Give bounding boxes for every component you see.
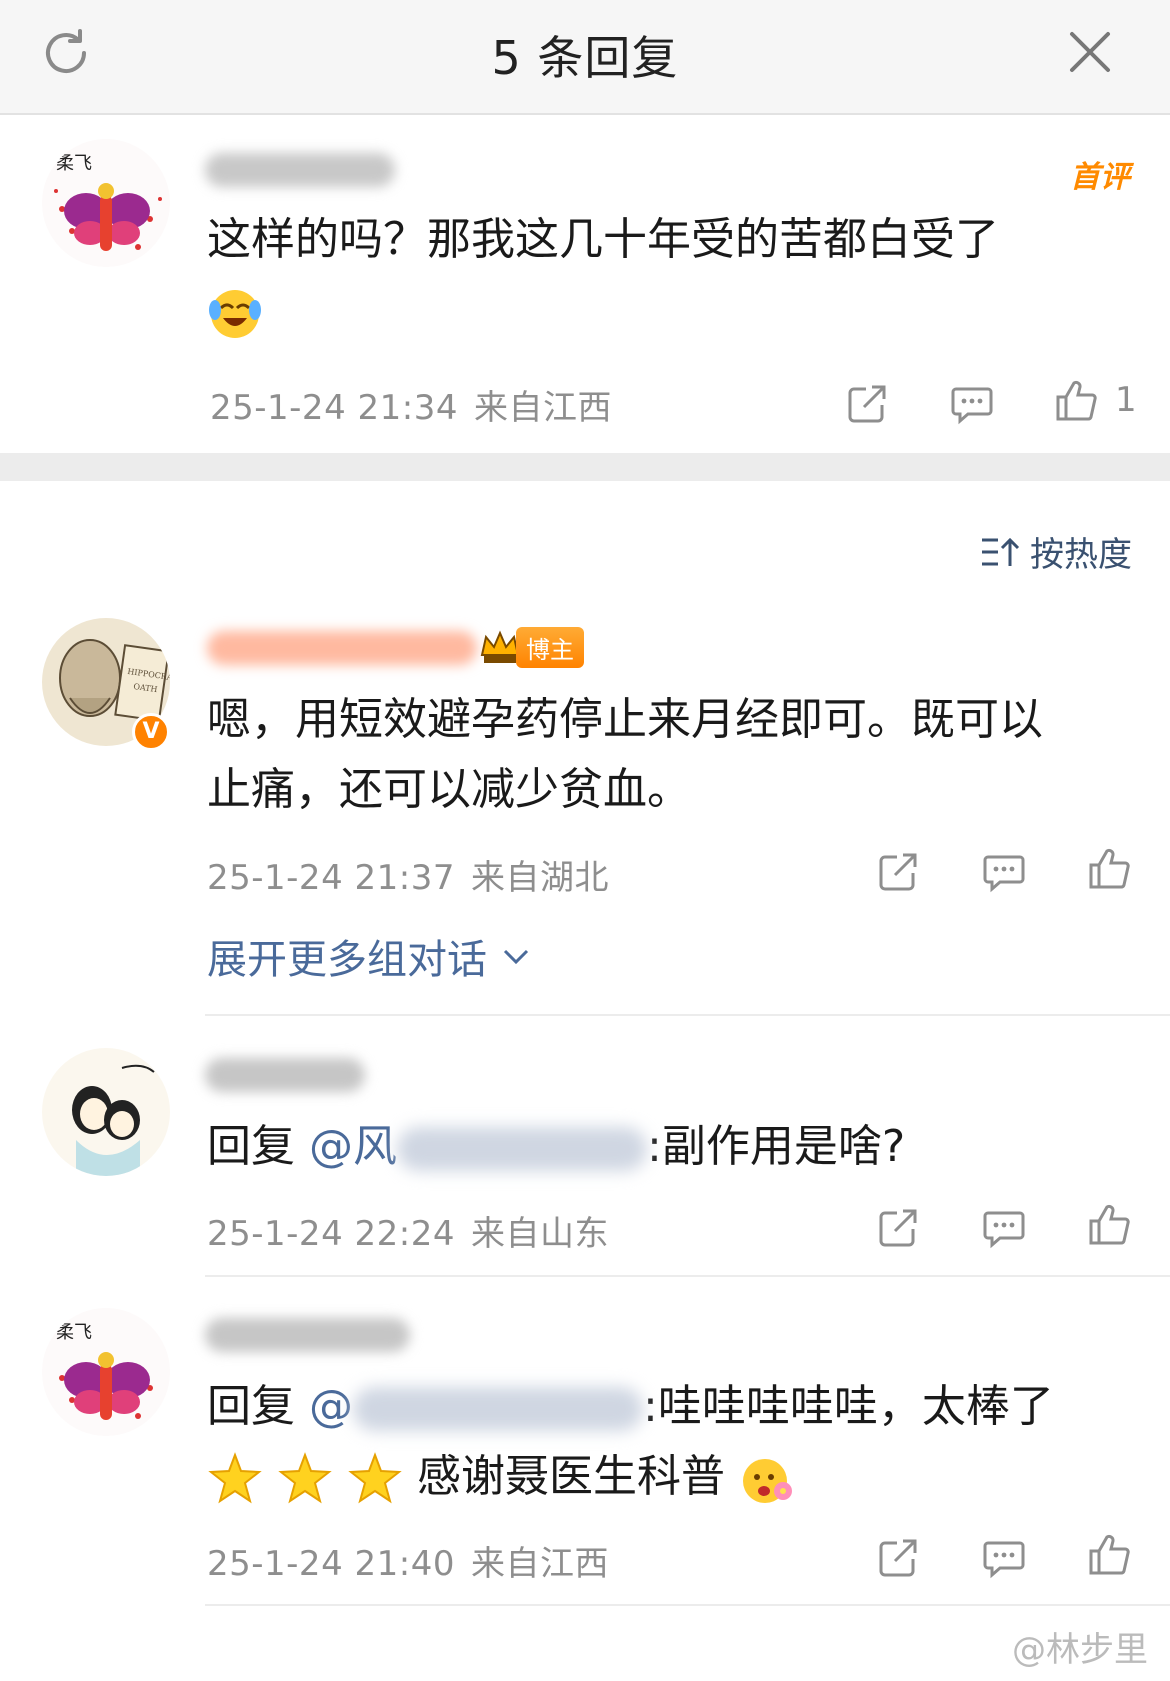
svg-text:柔飞: 柔飞 — [56, 1322, 92, 1343]
comment-meta: 25-1-24 21:34 来自江西 — [210, 380, 612, 429]
comment-icon[interactable] — [982, 1205, 1026, 1249]
avatar[interactable] — [42, 1048, 170, 1176]
divider — [205, 1604, 1170, 1606]
sort-icon — [982, 537, 1020, 566]
share-icon[interactable] — [846, 381, 890, 425]
expand-more-button[interactable]: 展开更多组对话 — [207, 927, 531, 985]
mention-link[interactable]: @ — [309, 1381, 353, 1432]
like-icon[interactable] — [1054, 379, 1098, 423]
comment-icon[interactable] — [950, 381, 994, 425]
laughing-crying-emoji-icon — [209, 290, 261, 338]
blogger-badge: 博主 — [478, 626, 584, 668]
avatar[interactable]: 柔飞 — [42, 139, 170, 267]
comment-time: 25-1-24 22:24 — [207, 1214, 455, 1254]
username-blurred[interactable] — [207, 631, 477, 665]
mention-link[interactable]: @风 — [309, 1121, 397, 1172]
flower-face-emoji-icon — [743, 1459, 792, 1503]
username-blurred[interactable] — [205, 1058, 365, 1092]
comment-meta: 25-1-24 21:40 来自江西 — [207, 1536, 609, 1585]
like-count: 1 — [1115, 380, 1137, 420]
comment-time: 25-1-24 21:37 — [207, 858, 455, 898]
comment-meta: 25-1-24 22:24 来自山东 — [207, 1206, 609, 1255]
comment-location: 来自湖北 — [471, 858, 609, 898]
header-bar: 5 条回复 — [0, 0, 1170, 115]
mention-blurred — [397, 1127, 647, 1171]
username-blurred[interactable] — [205, 153, 395, 187]
divider — [205, 1275, 1170, 1277]
watermark: @林步里 — [1012, 1630, 1148, 1670]
star-icon — [348, 1452, 402, 1504]
comment-text: 这样的吗？那我这几十年受的苦都白受了 — [207, 205, 1107, 345]
share-icon[interactable] — [877, 1205, 921, 1249]
verified-badge: V — [132, 713, 170, 751]
svg-text:柔飞: 柔飞 — [56, 153, 92, 174]
expand-label: 展开更多组对话 — [207, 937, 487, 983]
share-icon[interactable] — [877, 849, 921, 893]
comment-time: 25-1-24 21:40 — [207, 1544, 455, 1584]
divider — [205, 1014, 1170, 1016]
sort-label: 按热度 — [1030, 535, 1132, 575]
first-comment-badge: 首评 — [1070, 160, 1130, 195]
comment-location: 来自江西 — [474, 388, 612, 428]
comment-icon[interactable] — [982, 1535, 1026, 1579]
like-icon[interactable] — [1087, 1203, 1131, 1247]
star-icon — [278, 1452, 332, 1504]
star-icon — [208, 1452, 262, 1504]
comment-icon[interactable] — [982, 849, 1026, 893]
chevron-down-icon — [503, 949, 529, 965]
comment-location: 来自江西 — [471, 1544, 609, 1584]
like-icon[interactable] — [1087, 1533, 1131, 1577]
page-title: 5 条回复 — [491, 31, 679, 85]
username-blurred[interactable] — [205, 1318, 410, 1352]
mention-blurred — [353, 1387, 643, 1431]
comment-text: 回复 @风:副作用是啥? — [207, 1121, 906, 1172]
comment-time: 25-1-24 21:34 — [210, 388, 458, 428]
blogger-tag: 博主 — [516, 626, 584, 668]
top-comment: 柔飞 首评 这样的吗？那我这几十年受的苦都白受了 25-1-24 21:34 来自… — [0, 117, 1170, 453]
avatar[interactable]: 柔飞 — [42, 1308, 170, 1436]
section-divider — [0, 453, 1170, 481]
close-icon[interactable] — [1068, 30, 1112, 74]
comment-text: 嗯，用短效避孕药停止来月经即可。既可以 止痛，还可以减少贫血。 — [207, 694, 1043, 815]
comment-meta: 25-1-24 21:37 来自湖北 — [207, 850, 609, 899]
comment-text: 回复 @:哇哇哇哇哇，太棒了 感谢聂医生科普 — [207, 1372, 1147, 1512]
comment-location: 来自山东 — [471, 1214, 609, 1254]
sort-button[interactable]: 按热度 — [980, 527, 1132, 576]
share-icon[interactable] — [877, 1535, 921, 1579]
like-icon[interactable] — [1087, 847, 1131, 891]
